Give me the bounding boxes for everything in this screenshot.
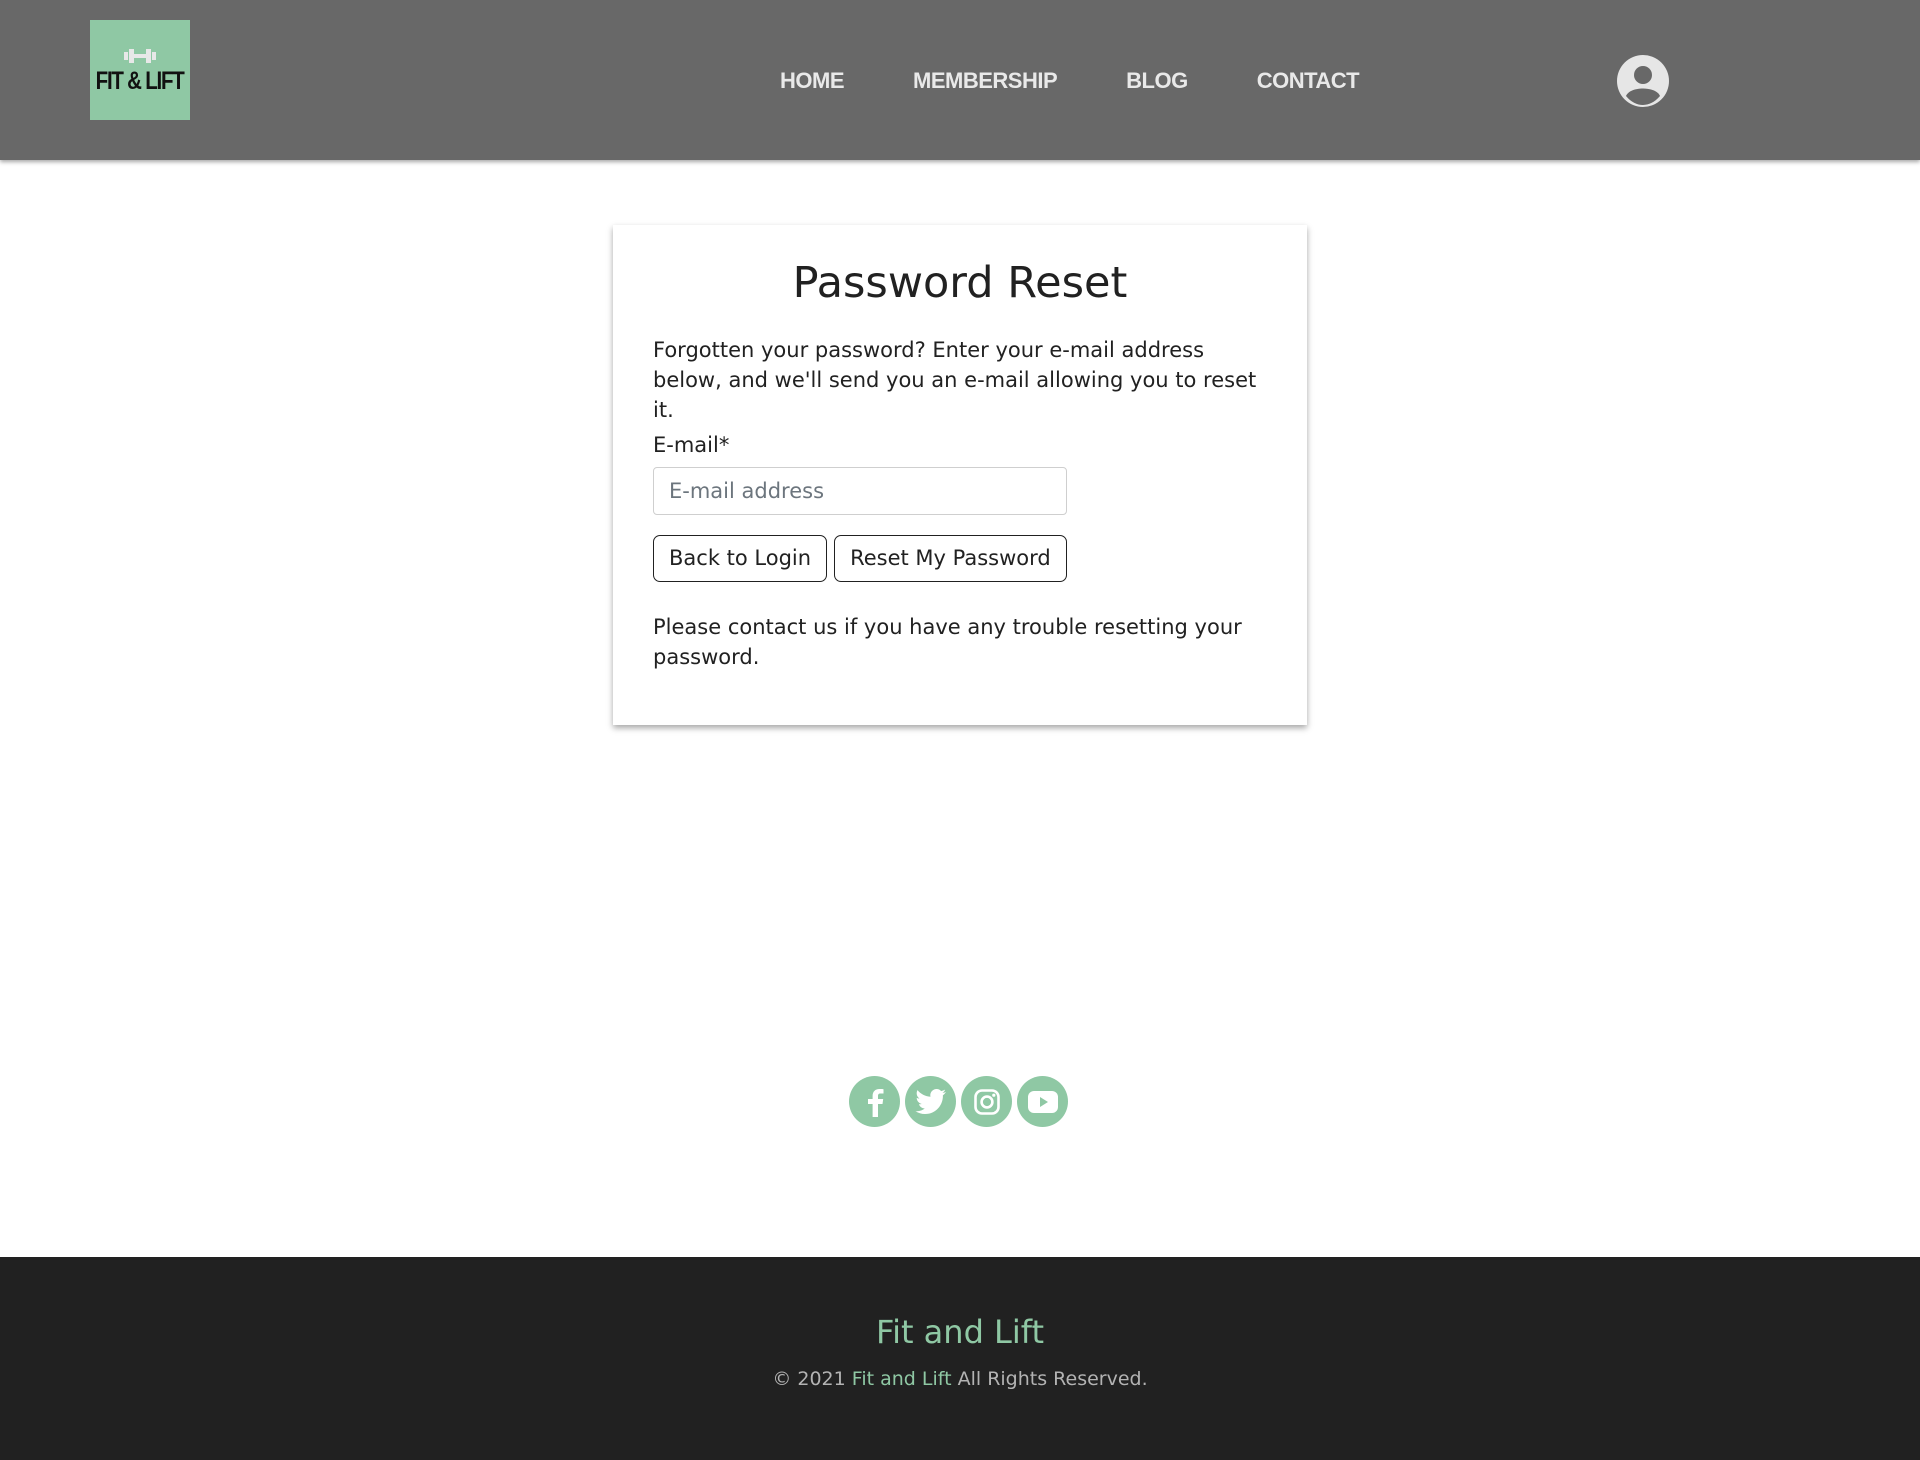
twitter-icon[interactable] <box>905 1076 956 1127</box>
email-label: E-mail* <box>653 432 730 457</box>
site-logo[interactable]: FIT & LIFT <box>90 20 190 120</box>
social-links <box>849 1076 1073 1127</box>
user-circle-icon[interactable] <box>1617 55 1669 107</box>
youtube-icon[interactable] <box>1017 1076 1068 1127</box>
nav-blog[interactable]: BLOG <box>1126 66 1188 96</box>
footer-brand: Fit and Lift <box>875 1313 1045 1351</box>
nav-membership[interactable]: MEMBERSHIP <box>913 66 1058 96</box>
copyright-brand-link[interactable]: Fit and Lift <box>852 1368 952 1390</box>
nav-home[interactable]: HOME <box>780 66 845 96</box>
copyright-prefix: © 2021 <box>772 1368 846 1391</box>
help-note: Please contact us if you have any troubl… <box>653 614 1242 669</box>
dumbbell-icon <box>124 48 156 63</box>
main-nav: HOME MEMBERSHIP BLOG CONTACT <box>780 66 1360 96</box>
intro-text: Forgotten your password? Enter your e-ma… <box>653 337 1257 422</box>
copyright-suffix: All Rights Reserved. <box>957 1368 1148 1391</box>
instagram-icon[interactable] <box>961 1076 1012 1127</box>
facebook-icon[interactable] <box>849 1076 900 1127</box>
form-actions: Back to Login Reset My Password <box>653 534 1267 582</box>
reset-password-button[interactable]: Reset My Password <box>834 534 1067 582</box>
copyright: © 2021 Fit and Lift All Rights Reserved. <box>0 1368 1920 1391</box>
logo-text: FIT & LIFT <box>96 66 185 95</box>
email-field[interactable] <box>653 466 1067 515</box>
password-reset-card: Password Reset Forgotten your password? … <box>613 225 1307 725</box>
site-footer: Fit and Lift © 2021 Fit and Lift All Rig… <box>0 1257 1920 1460</box>
page-title: Password Reset <box>792 258 1128 308</box>
nav-contact[interactable]: CONTACT <box>1257 66 1360 96</box>
site-header: FIT & LIFT HOME MEMBERSHIP BLOG CONTACT <box>0 0 1920 160</box>
back-to-login-button[interactable]: Back to Login <box>653 534 828 582</box>
